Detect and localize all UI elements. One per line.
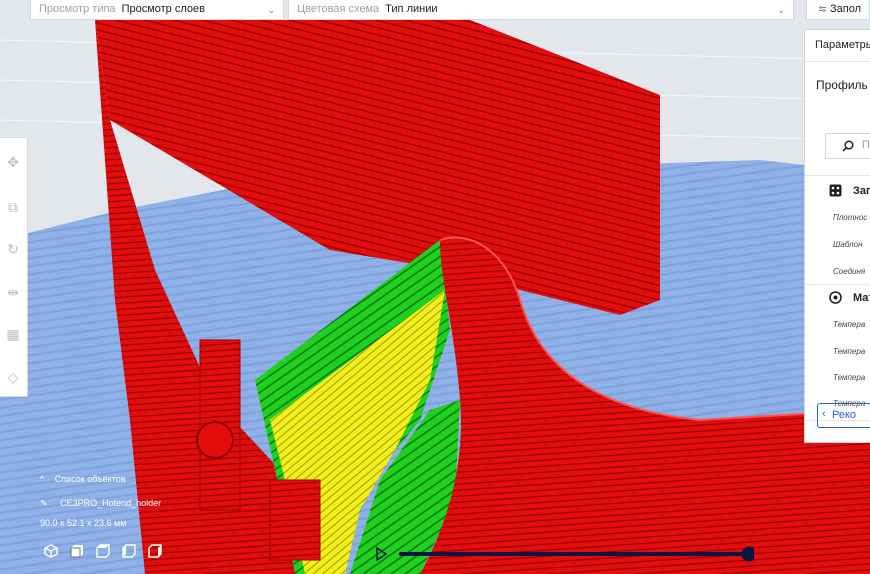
mirror-icon[interactable]: ⇹ — [2, 281, 24, 303]
object-dimensions: 90.0 x 52.1 x 23.6 мм — [40, 518, 127, 528]
setting-row[interactable]: Шаблон — [833, 240, 863, 249]
color-scheme-dropdown[interactable]: Цветовая схема Тип линии ⌄ — [288, 0, 794, 20]
infill-icon — [829, 184, 842, 197]
support-blocker-icon[interactable]: ◇ — [2, 366, 24, 388]
move-icon[interactable]: ✥ — [2, 151, 24, 173]
print-settings-panel: Параметры Профиль П Запо Плотнос Шаблон … — [804, 29, 870, 443]
front-view-icon[interactable] — [70, 544, 84, 558]
chevron-left-icon: ‹ — [822, 408, 826, 420]
panel-header: Параметры — [805, 30, 870, 62]
per-model-settings-icon[interactable]: ▦ — [2, 323, 24, 345]
profile-label[interactable]: Профиль — [816, 78, 868, 92]
view-type-label: Просмотр типа — [39, 3, 116, 15]
left-view-icon[interactable] — [122, 544, 136, 558]
color-scheme-value: Тип линии — [385, 3, 438, 15]
color-scheme-label: Цветовая схема — [297, 3, 380, 15]
setting-row[interactable]: Соединя — [833, 267, 865, 276]
section-title: Мат — [853, 292, 870, 304]
slider-handle[interactable] — [741, 546, 755, 562]
setting-row[interactable]: Темпера — [833, 373, 865, 382]
pencil-icon: ✎ — [40, 498, 48, 508]
3d-viewport[interactable] — [0, 0, 870, 574]
right-view-icon[interactable] — [148, 544, 162, 558]
view-type-dropdown[interactable]: Просмотр типа Просмотр слоев ⌄ — [30, 0, 284, 20]
search-icon — [842, 140, 854, 152]
setting-row[interactable]: Темпера — [833, 320, 865, 329]
print-settings-button[interactable]: Запол — [806, 0, 870, 20]
object-name: CE3PRO_Hotend_holder — [60, 498, 162, 508]
left-toolbar: ✥ ⧉ ↻ ⇹ ▦ ◇ — [0, 137, 28, 397]
setting-row[interactable]: Плотнос — [833, 213, 867, 222]
slider-track[interactable] — [399, 552, 749, 556]
section-title: Запо — [853, 185, 870, 197]
top-bar: Просмотр типа Просмотр слоев ⌄ Цветовая … — [0, 0, 870, 20]
material-icon — [829, 291, 842, 304]
object-name-row[interactable]: ✎ CE3PRO_Hotend_holder — [40, 498, 161, 509]
scale-icon[interactable]: ⧉ — [2, 196, 24, 218]
chevron-down-icon: ⌄ — [267, 5, 275, 15]
view-type-value: Просмотр слоев — [121, 3, 205, 15]
recommended-button[interactable]: ‹ Реко — [817, 403, 870, 428]
sliders-icon — [819, 6, 826, 12]
rotate-icon[interactable]: ↻ — [2, 238, 24, 260]
setting-row[interactable]: Темпера — [833, 347, 865, 356]
recommended-label: Реко — [832, 409, 857, 421]
play-icon[interactable] — [376, 546, 388, 562]
layer-slider[interactable] — [374, 545, 754, 563]
chevron-up-icon: ^ — [40, 474, 45, 484]
chevron-down-icon: ⌄ — [777, 5, 785, 15]
settings-search-input[interactable]: П — [825, 133, 870, 159]
print-settings-label: Запол — [829, 3, 861, 15]
object-list-label: Список объектов — [54, 474, 126, 484]
3d-view-icon[interactable] — [44, 544, 58, 558]
top-view-icon[interactable] — [96, 544, 110, 558]
object-list-toggle[interactable]: ^ Список объектов — [40, 474, 126, 484]
search-placeholder: П — [862, 139, 870, 151]
